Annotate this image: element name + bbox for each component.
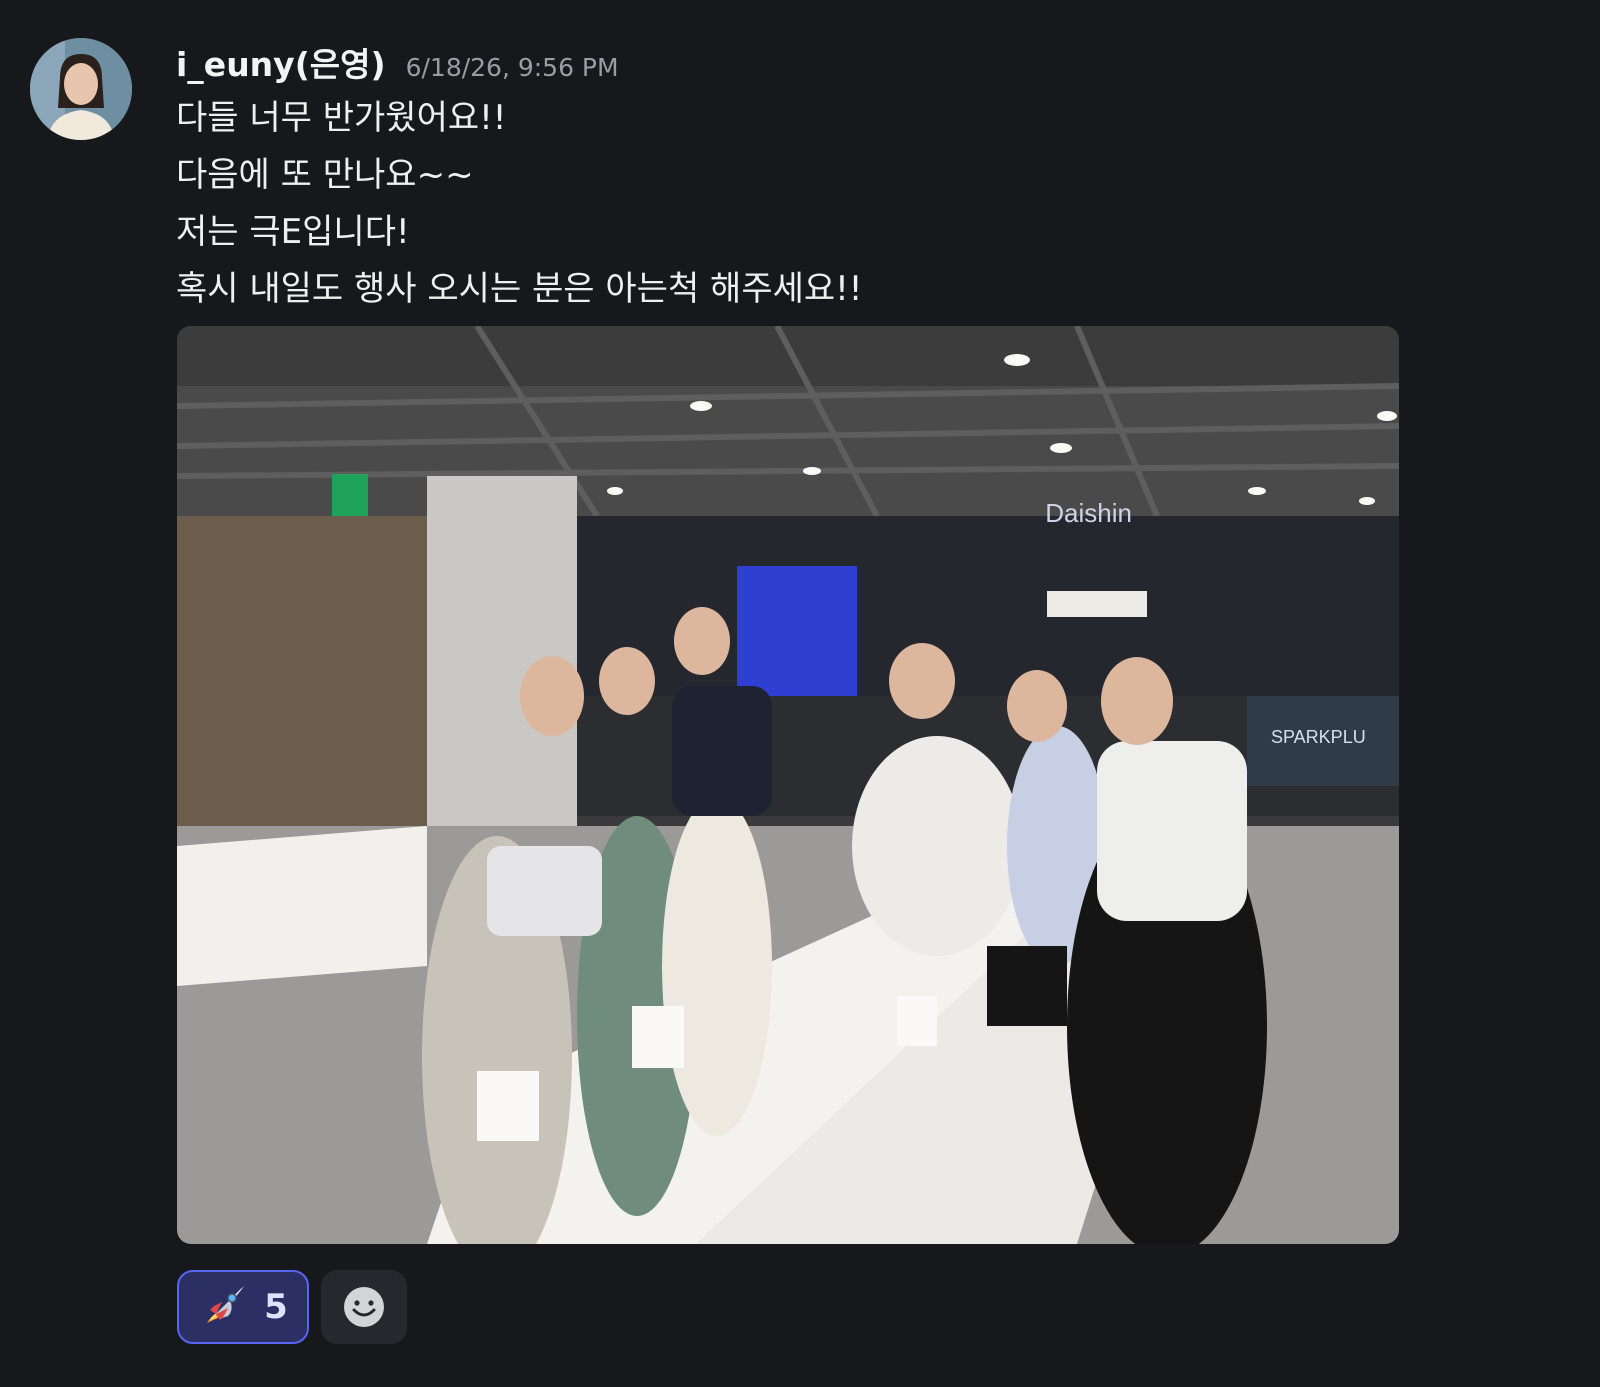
message-content: 다들 너무 반가웠어요!! 다음에 또 만나요~~ 저는 극E입니다! 혹시 내…: [176, 90, 1556, 318]
add-reaction-button[interactable]: [321, 1270, 407, 1344]
image-attachment[interactable]: Daishin SPARKPLU: [177, 326, 1399, 1244]
group-photo: Daishin SPARKPLU: [177, 326, 1399, 1244]
message-line: 저는 극E입니다!: [176, 212, 410, 252]
rocket-icon: [207, 1286, 245, 1323]
reactions-bar: 5: [177, 1270, 407, 1344]
reaction-count: 5: [264, 1287, 288, 1327]
message-line: 혹시 내일도 행사 오시는 분은 아는척 해주세요!!: [176, 269, 863, 309]
message-header: i_euny(은영) 6/18/26, 9:56 PM: [176, 38, 619, 88]
message-line: 다들 너무 반가웠어요!!: [176, 98, 507, 138]
smiley-add-icon: [344, 1287, 384, 1327]
message-line: 다음에 또 만나요~~: [176, 155, 474, 195]
reaction-rocket[interactable]: 5: [177, 1270, 309, 1344]
chat-message: i_euny(은영) 6/18/26, 9:56 PM 다들 너무 반가웠어요!…: [0, 0, 1600, 1387]
user-avatar[interactable]: [30, 38, 132, 140]
sign-daishin: Daishin: [1045, 498, 1132, 528]
sign-sparkplus: SPARKPLU: [1271, 727, 1366, 747]
username[interactable]: i_euny(은영): [176, 38, 386, 86]
avatar-photo: [30, 38, 132, 140]
message-timestamp: 6/18/26, 9:56 PM: [405, 53, 619, 82]
